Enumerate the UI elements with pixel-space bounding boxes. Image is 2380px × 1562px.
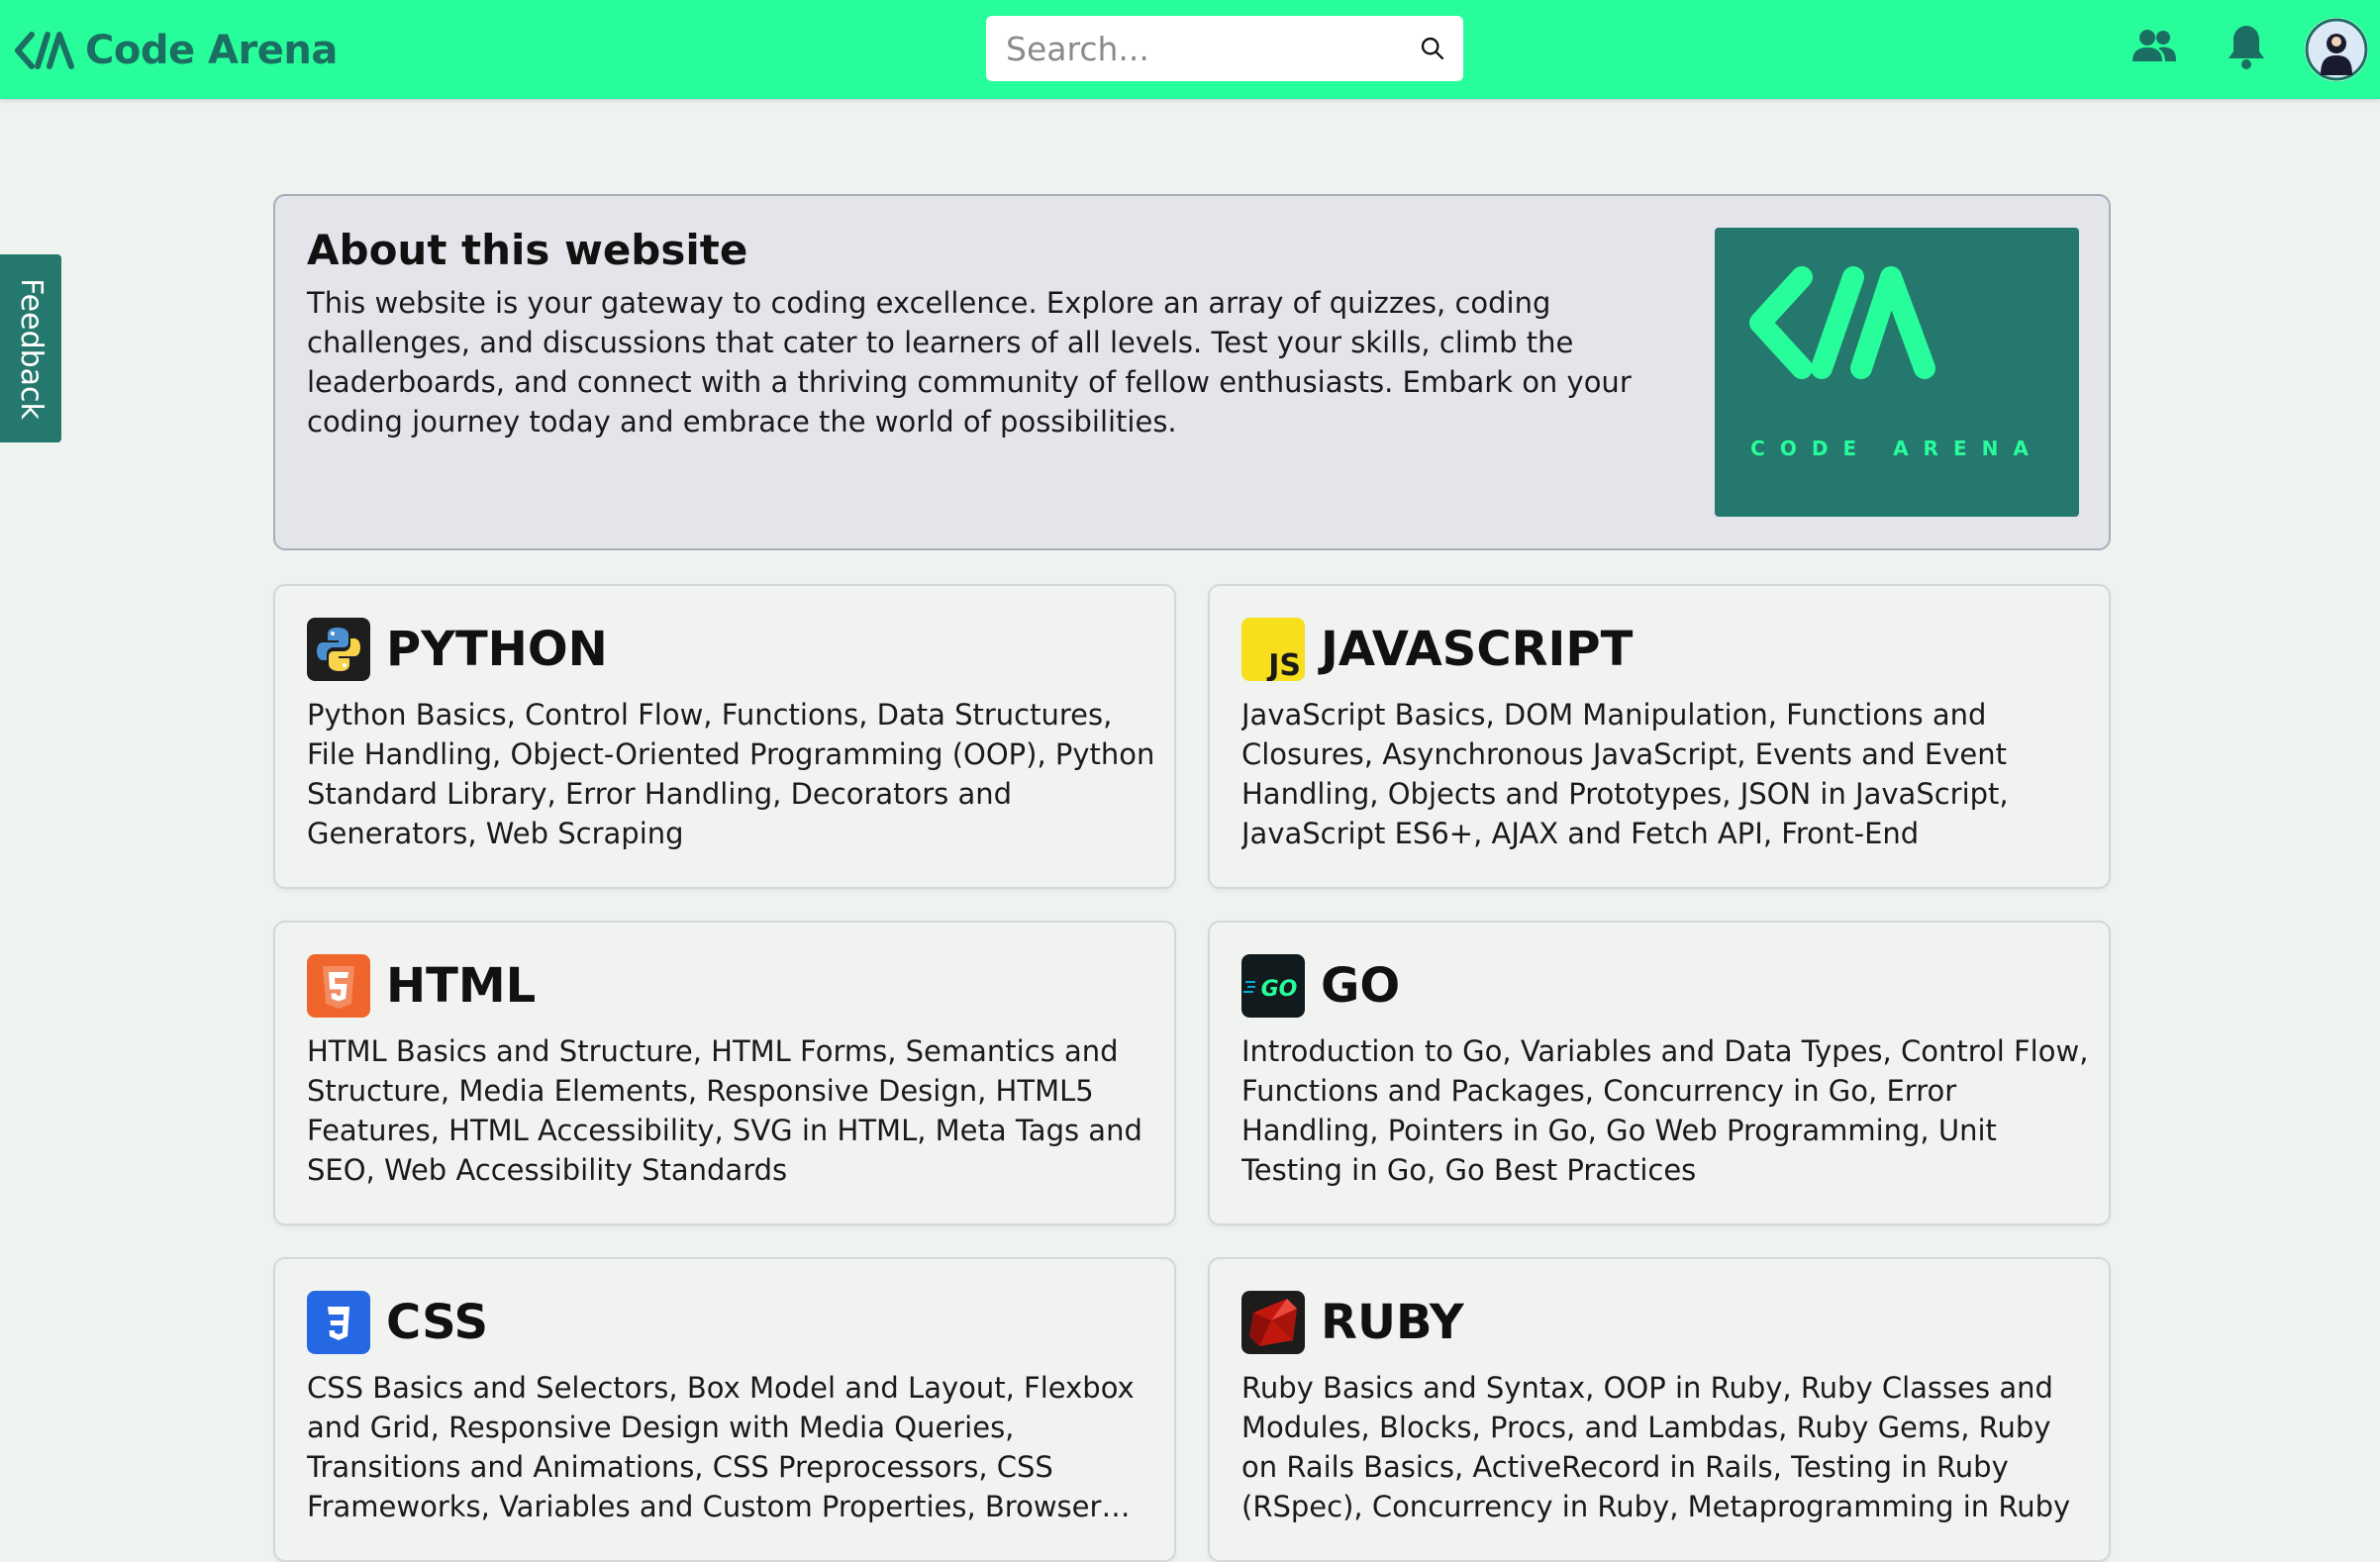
brand-name: Code Arena — [85, 28, 338, 73]
course-card-javascript[interactable]: JS JAVASCRIPT JavaScript Basics, DOM Man… — [1208, 584, 2111, 889]
go-icon: GO — [1241, 954, 1305, 1018]
search-input[interactable] — [1004, 28, 1420, 69]
card-title: HTML — [386, 958, 537, 1014]
html5-icon — [307, 954, 370, 1018]
card-title: JAVASCRIPT — [1321, 622, 1634, 677]
code-arena-logo-image: CODE ARENA — [1715, 228, 2079, 517]
bell-icon[interactable] — [2226, 22, 2267, 73]
course-card-html[interactable]: HTML HTML Basics and Structure, HTML For… — [273, 921, 1176, 1225]
feedback-label: Feedback — [13, 277, 49, 420]
python-icon — [307, 618, 370, 681]
card-topics: Ruby Basics and Syntax, OOP in Ruby, Rub… — [1241, 1371, 2071, 1523]
logo-caption: CODE ARENA — [1750, 437, 2043, 460]
brand-logo-link[interactable]: Code Arena — [14, 26, 338, 75]
css3-icon — [307, 1291, 370, 1354]
about-title: About this website — [307, 226, 748, 274]
go-icon-text: GO — [1261, 977, 1298, 1002]
card-title: GO — [1321, 958, 1401, 1014]
code-arena-logo-icon: CODE ARENA — [1749, 266, 2043, 460]
card-topics: CSS Basics and Selectors, Box Model and … — [307, 1371, 1135, 1523]
course-card-ruby[interactable]: RUBY Ruby Basics and Syntax, OOP in Ruby… — [1208, 1257, 2111, 1562]
top-navbar: Code Arena — [0, 0, 2380, 99]
javascript-icon: JS — [1241, 618, 1305, 681]
card-title: CSS — [386, 1295, 489, 1350]
course-card-go[interactable]: GO GO Introduction to Go, Variables and … — [1208, 921, 2111, 1225]
feedback-tab[interactable]: Feedback — [0, 254, 61, 442]
course-card-css[interactable]: CSS CSS Basics and Selectors, Box Model … — [273, 1257, 1176, 1562]
card-topics: Python Basics, Control Flow, Functions, … — [307, 698, 1155, 850]
ruby-icon — [1241, 1291, 1305, 1354]
avatar[interactable] — [2305, 18, 2368, 81]
users-icon[interactable] — [2129, 22, 2180, 73]
code-arena-logo-icon — [15, 32, 74, 69]
course-card-python[interactable]: PYTHON Python Basics, Control Flow, Func… — [273, 584, 1176, 889]
about-description: This website is your gateway to coding e… — [307, 286, 1632, 439]
card-title: PYTHON — [386, 622, 608, 677]
card-topics: JavaScript Basics, DOM Manipulation, Fun… — [1241, 698, 2009, 850]
card-title: RUBY — [1321, 1295, 1464, 1350]
about-panel: About this website This website is your … — [273, 194, 2111, 550]
card-topics: Introduction to Go, Variables and Data T… — [1241, 1034, 2089, 1187]
javascript-icon-text: JS — [1266, 648, 1301, 681]
card-topics: HTML Basics and Structure, HTML Forms, S… — [307, 1034, 1142, 1187]
search-icon[interactable] — [1420, 32, 1445, 65]
search-box — [986, 16, 1463, 81]
user-avatar-icon — [2305, 18, 2368, 81]
